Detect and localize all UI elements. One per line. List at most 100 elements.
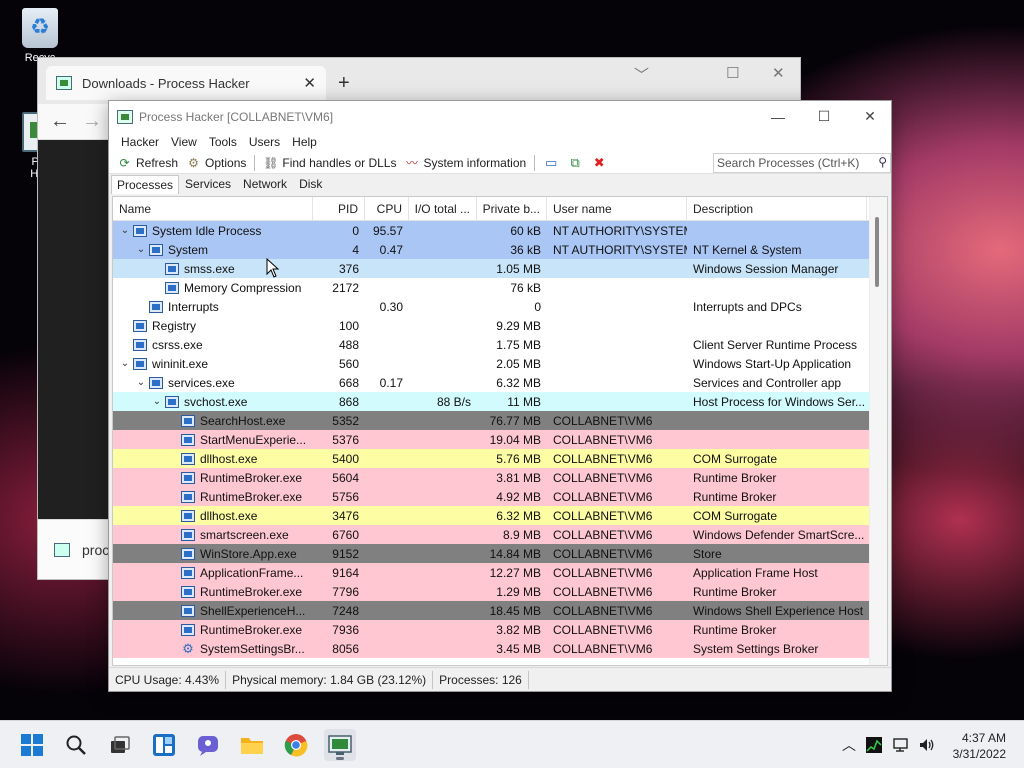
menu-view[interactable]: View xyxy=(165,135,203,149)
table-row[interactable]: smartscreen.exe 6760 8.9 MB COLLABNET\VM6 Wi… xyxy=(113,525,869,544)
search-processes[interactable]: ⚲ xyxy=(713,153,891,173)
tab-close-icon[interactable]: ✕ xyxy=(303,74,316,92)
table-row[interactable]: ⌄ System 4 0.47 36 kB NT AUTHORITY\SYSTEM NT K… xyxy=(113,240,869,259)
cell-user-name: COLLABNET\VM6 xyxy=(553,641,653,656)
process-icon xyxy=(149,300,163,313)
system-information-button[interactable]: 〰 System information xyxy=(400,153,530,173)
process-hacker-window[interactable]: Process Hacker [COLLABNET\VM6] — ☐ ✕ Hac… xyxy=(108,100,892,692)
chevron-down-icon[interactable]: ⌄ xyxy=(119,358,131,369)
refresh-button[interactable]: ⟳ Refresh xyxy=(113,153,182,173)
clock[interactable]: 4:37 AM 3/31/2022 xyxy=(953,730,1006,762)
table-row[interactable]: RuntimeBroker.exe 7936 3.82 MB COLLABNET\VM… xyxy=(113,620,869,639)
tab-disk[interactable]: Disk xyxy=(293,174,328,194)
menu-tools[interactable]: Tools xyxy=(203,135,243,149)
chevron-down-icon[interactable]: ⌄ xyxy=(151,396,163,407)
widgets-button[interactable] xyxy=(148,729,180,761)
process-icon xyxy=(181,509,195,522)
chat-button[interactable] xyxy=(192,729,224,761)
options-button[interactable]: ⚙ Options xyxy=(182,153,250,173)
network-icon[interactable] xyxy=(892,737,910,753)
vertical-scrollbar[interactable] xyxy=(869,197,887,665)
cell-pid: 376 xyxy=(338,261,359,276)
table-row[interactable]: ⌄ wininit.exe 560 2.05 MB Windows Start-Up A… xyxy=(113,354,869,373)
chrome-button[interactable] xyxy=(280,729,312,761)
column-name[interactable]: Name xyxy=(113,197,313,221)
window-icon[interactable]: ▭ xyxy=(542,155,560,171)
menu-users[interactable]: Users xyxy=(243,135,286,149)
table-row[interactable]: ApplicationFrame... 9164 12.27 MB COLLABNET… xyxy=(113,563,869,582)
column-user-name[interactable]: User name xyxy=(547,197,687,221)
show-hidden-icons-chevron-icon[interactable]: ︿ xyxy=(842,735,856,755)
process-list[interactable]: Name PID CPU I/O total ... Private b... … xyxy=(112,196,888,666)
find-handles-button[interactable]: ⛓ Find handles or DLLs xyxy=(259,153,400,173)
menu-hacker[interactable]: Hacker xyxy=(115,135,165,149)
table-row[interactable]: Interrupts 0.30 0 Interrupts and DPCs xyxy=(113,297,869,316)
tab-processes[interactable]: Processes xyxy=(111,175,180,194)
process-hacker-taskbar-button[interactable] xyxy=(324,729,356,761)
cell-private-bytes: 4.92 MB xyxy=(496,489,541,504)
search-input[interactable] xyxy=(717,156,867,170)
process-hacker-tray-icon[interactable] xyxy=(866,737,882,753)
table-row[interactable]: ShellExperienceH... 7248 18.45 MB COLLABNET… xyxy=(113,601,869,620)
task-view-button[interactable] xyxy=(104,729,136,761)
table-row[interactable]: csrss.exe 488 1.75 MB Client Server Runtime… xyxy=(113,335,869,354)
back-arrow-icon[interactable]: ← xyxy=(50,110,70,133)
close-icon[interactable]: ✕ xyxy=(772,64,785,82)
chevron-down-icon[interactable]: ⌄ xyxy=(135,244,147,255)
table-row[interactable]: StartMenuExperie... 5376 19.04 MB COLLABNET… xyxy=(113,430,869,449)
table-row[interactable]: RuntimeBroker.exe 5604 3.81 MB COLLABNET\VM… xyxy=(113,468,869,487)
process-name: RuntimeBroker.exe xyxy=(200,489,303,504)
forward-arrow-icon[interactable]: → xyxy=(82,110,102,133)
volume-icon[interactable] xyxy=(918,737,936,753)
cell-io-total xyxy=(409,430,477,449)
cell-user-name: COLLABNET\VM6 xyxy=(553,489,653,504)
column-cpu[interactable]: CPU xyxy=(365,197,409,221)
column-private-bytes[interactable]: Private b... xyxy=(477,197,547,221)
table-row[interactable]: ⚙ SystemSettingsBr... 8056 3.45 MB COLLABNET… xyxy=(113,639,869,658)
maximize-icon[interactable]: ☐ xyxy=(726,64,739,82)
cell-private-bytes: 3.45 MB xyxy=(496,641,541,656)
tab-services[interactable]: Services xyxy=(179,174,237,194)
table-row[interactable]: Memory Compression 2172 76 kB xyxy=(113,278,869,297)
cell-cpu xyxy=(365,316,409,335)
table-row[interactable]: smss.exe 376 1.05 MB Windows Session Manage… xyxy=(113,259,869,278)
column-io-total[interactable]: I/O total ... xyxy=(409,197,477,221)
cell-pid: 5352 xyxy=(332,413,359,428)
maximize-button[interactable]: ☐ xyxy=(801,101,847,132)
table-row[interactable]: dllhost.exe 3476 6.32 MB COLLABNET\VM6 COM S… xyxy=(113,506,869,525)
chevron-down-icon[interactable]: ⌄ xyxy=(119,225,131,236)
cell-io-total xyxy=(409,544,477,563)
table-row[interactable]: RuntimeBroker.exe 5756 4.92 MB COLLABNET\VM… xyxy=(113,487,869,506)
close-button[interactable]: ✕ xyxy=(847,101,893,132)
process-name: csrss.exe xyxy=(152,337,203,352)
tab-network[interactable]: Network xyxy=(237,174,293,194)
table-row[interactable]: Registry 100 9.29 MB xyxy=(113,316,869,335)
terminate-icon[interactable]: ✖ xyxy=(590,155,608,171)
table-row[interactable]: ⌄ System Idle Process 0 95.57 60 kB NT AUTHOR… xyxy=(113,221,869,240)
new-tab-button[interactable]: + xyxy=(338,72,350,95)
downloads-tab[interactable]: Downloads - Process Hacker ✕ xyxy=(46,66,326,100)
table-row[interactable]: SearchHost.exe 5352 76.77 MB COLLABNET\VM6 xyxy=(113,411,869,430)
cell-description: System Settings Broker xyxy=(693,641,819,656)
cell-name: StartMenuExperie... xyxy=(113,430,313,449)
process-name: RuntimeBroker.exe xyxy=(200,470,303,485)
search-icon[interactable]: ⚲ xyxy=(878,155,887,169)
menu-help[interactable]: Help xyxy=(286,135,323,149)
chevron-down-icon[interactable]: ﹀ xyxy=(634,64,649,85)
column-description[interactable]: Description xyxy=(687,197,867,221)
search-button[interactable] xyxy=(60,729,92,761)
table-row[interactable]: ⌄ svchost.exe 868 88 B/s 11 MB Host Process f… xyxy=(113,392,869,411)
recycle-bin-shortcut[interactable]: Recyc xyxy=(8,8,72,64)
column-pid[interactable]: PID xyxy=(313,197,365,221)
table-row[interactable]: WinStore.App.exe 9152 14.84 MB COLLABNET\VM… xyxy=(113,544,869,563)
minimize-button[interactable]: — xyxy=(755,101,801,132)
table-row[interactable]: RuntimeBroker.exe 7796 1.29 MB COLLABNET\VM… xyxy=(113,582,869,601)
table-row[interactable]: dllhost.exe 5400 5.76 MB COLLABNET\VM6 COM S… xyxy=(113,449,869,468)
cell-private-bytes: 1.29 MB xyxy=(496,584,541,599)
file-explorer-button[interactable] xyxy=(236,729,268,761)
start-button[interactable] xyxy=(16,729,48,761)
scrollbar-thumb[interactable] xyxy=(875,217,879,287)
table-row[interactable]: ⌄ services.exe 668 0.17 6.32 MB Services and … xyxy=(113,373,869,392)
find-window-icon[interactable]: ⧉ xyxy=(566,155,584,171)
chevron-down-icon[interactable]: ⌄ xyxy=(135,377,147,388)
